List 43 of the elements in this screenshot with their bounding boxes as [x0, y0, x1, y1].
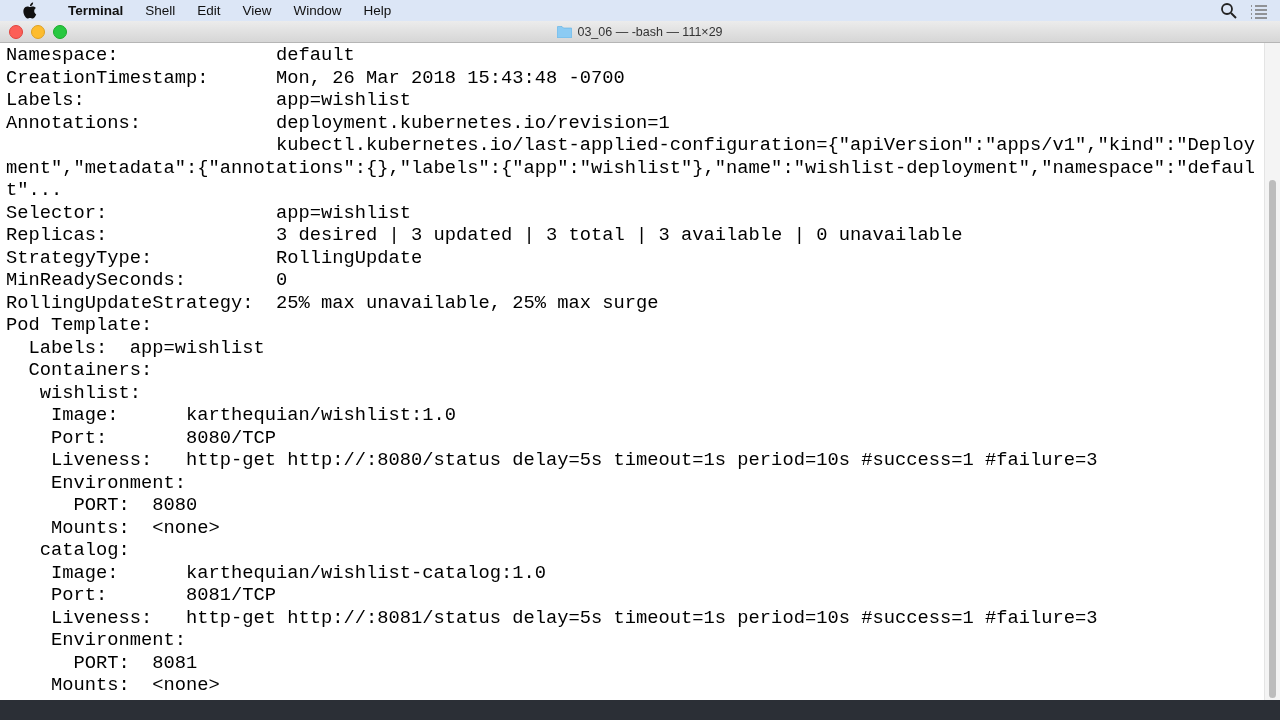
terminal-line: catalog: — [38, 539, 131, 562]
menu-item[interactable]: Shell — [134, 0, 187, 21]
minimize-button[interactable] — [31, 25, 45, 39]
terminal-line: Image: karthequian/wishlist:1.0 — [50, 404, 458, 427]
terminal-line: wishlist: — [38, 381, 143, 404]
terminal-line: Containers: — [27, 359, 154, 382]
menu-item[interactable]: View — [231, 0, 283, 21]
apple-logo-icon[interactable] — [22, 2, 37, 19]
terminal-line: Replicas: 3 desired | 3 updated | 3 total | 3 available | 0 unavailable — [6, 224, 964, 247]
terminal-line: Liveness: http-get http://:8081/status delay=5s timeout=1s period=10s #success=1 #failure=3 — [50, 606, 1099, 629]
terminal-line: Mounts: <none> — [50, 674, 221, 697]
terminal-line: Labels: app=wishlist — [6, 89, 413, 112]
terminal-line: Mounts: <none> — [50, 516, 221, 539]
terminal-line: Labels: app=wishlist — [27, 336, 266, 359]
terminal-line: ment","metadata":{"annotations":{},"labels":{"app":"wishlist"},"name":"wishlist-deployment","namespace":"defaul — [6, 156, 1256, 179]
terminal-line: RollingUpdateStrategy: 25% max unavailable, 25% max surge — [6, 291, 660, 314]
terminal-line: PORT: 8081 — [72, 651, 199, 674]
terminal-line: Environment: — [50, 629, 188, 652]
terminal-line: PORT: 8080 — [72, 494, 199, 517]
close-button[interactable] — [9, 25, 23, 39]
folder-icon — [557, 25, 573, 38]
zoom-button[interactable] — [53, 25, 67, 39]
terminal-line: Pod Template: — [6, 314, 154, 337]
terminal-line: Environment: — [50, 471, 188, 494]
window-title: 03_06 — -bash — 111×29 — [577, 24, 723, 39]
terminal-line: Port: 8080/TCP — [50, 426, 278, 449]
terminal-line: Annotations: deployment.kubernetes.io/revision=1 — [6, 111, 671, 134]
scrollbar-thumb[interactable] — [1269, 180, 1276, 698]
terminal-line: StrategyType: RollingUpdate — [6, 246, 424, 269]
terminal-line: Liveness: http-get http://:8080/status delay=5s timeout=1s period=10s #success=1 #failure=3 — [50, 449, 1099, 472]
menu-item[interactable]: Help — [352, 0, 403, 21]
terminal-line: MinReadySeconds: 0 — [6, 269, 289, 292]
terminal-line: Selector: app=wishlist — [6, 201, 413, 224]
app-menu[interactable]: Terminal — [57, 0, 135, 21]
terminal-line: Namespace: default — [6, 44, 356, 67]
search-icon[interactable] — [1220, 1, 1238, 20]
terminal-line: Port: 8081/TCP — [50, 584, 278, 607]
terminal-line: CreationTimestamp: Mon, 26 Mar 2018 15:43:48 -0700 — [6, 66, 626, 89]
terminal-line: Image: karthequian/wishlist-catalog:1.0 — [50, 561, 548, 584]
terminal-line: t"... — [6, 179, 64, 202]
menu-item[interactable]: Edit — [186, 0, 232, 21]
terminal-line: kubectl.kubernetes.io/last-applied-configuration={"apiVersion":"apps/v1","kind":"Deploy — [275, 134, 1256, 157]
menu-item[interactable]: Window — [282, 0, 353, 21]
